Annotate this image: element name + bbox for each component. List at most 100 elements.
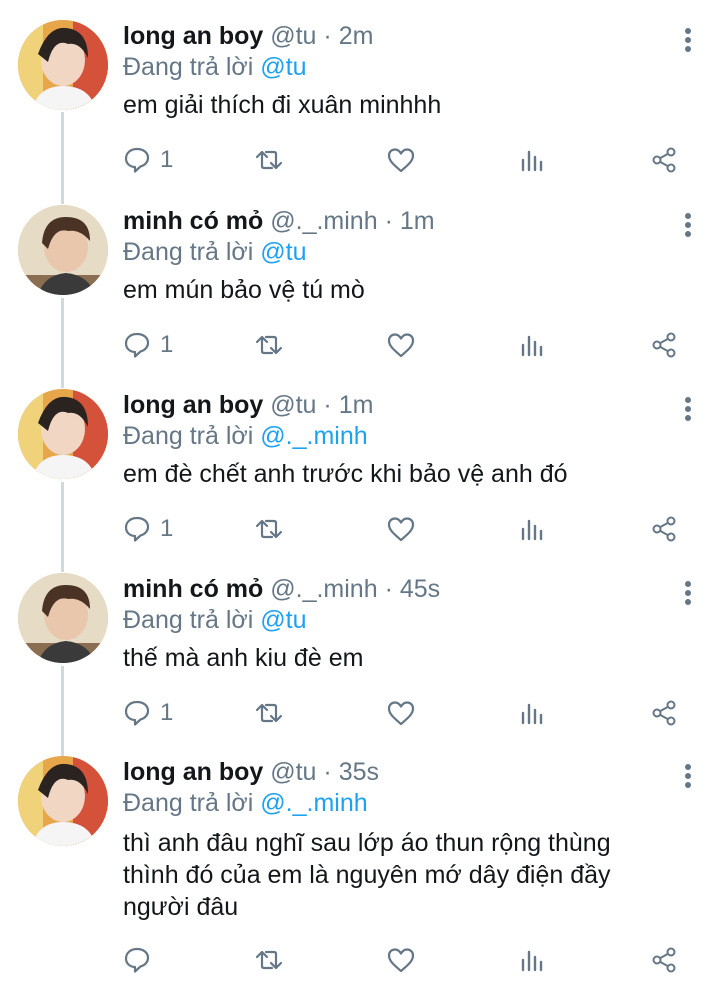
retweet-icon [255,519,283,539]
analytics-button[interactable] [519,142,545,178]
reply-prefix: Đang trả lời [123,238,254,266]
timestamp[interactable]: 1m [400,207,435,235]
reply-context: Đang trả lời @._.minh [123,420,670,452]
tweet-text: em mún bảo vệ tú mò [123,276,365,304]
separator-dot: · [316,391,339,419]
share-icon [652,947,676,973]
reply-mention[interactable]: @tu [260,238,306,266]
share-icon [652,147,676,173]
reply-prefix: Đang trả lời [123,422,254,450]
more-options-icon[interactable] [682,397,694,424]
analytics-icon [521,950,543,972]
tweet-text-line: người đâu [123,893,239,921]
author-handle[interactable]: @tu [270,22,316,50]
analytics-icon [521,150,543,172]
reply-mention[interactable]: @._.minh [260,422,367,450]
reply-icon [124,947,150,973]
author-handle[interactable]: @._.minh [270,207,377,235]
avatar-long-an-boy[interactable] [18,389,108,479]
more-options-icon[interactable] [682,581,694,608]
retweet-icon [255,703,283,723]
like-button[interactable] [386,327,416,363]
timestamp[interactable]: 2m [339,22,374,50]
separator-dot: · [377,575,400,603]
author-handle[interactable]: @tu [270,758,316,786]
tweet[interactable]: long an boy @tu · 35s Đang trả lời @._.m… [0,756,720,966]
author-name[interactable]: minh có mỏ [123,575,263,603]
reply-icon [124,700,150,726]
reply-prefix: Đang trả lời [123,789,254,817]
action-bar: 1 [123,695,683,731]
retweet-icon [255,335,283,355]
tweet-text-line: thì anh đâu nghĩ sau lớp áo thun rộng th… [123,829,611,857]
reply-button[interactable]: 1 [123,327,173,363]
retweet-button[interactable] [253,942,285,978]
reply-button[interactable]: 1 [123,511,173,547]
analytics-icon [521,335,543,357]
action-bar: 1 [123,511,683,547]
reply-prefix: Đang trả lời [123,53,254,81]
tweet-text: thế mà anh kiu đè em [123,644,364,672]
reply-count: 1 [160,515,174,542]
reply-icon [124,332,150,358]
separator-dot: · [316,22,339,50]
like-icon [387,333,415,358]
share-button[interactable] [650,942,678,978]
reply-count: 1 [160,331,174,358]
analytics-button[interactable] [519,511,545,547]
like-icon [387,517,415,542]
tweet-text-line: thình đó của em là nguyên mớ dây điện đầ… [123,861,611,889]
more-options-icon[interactable] [682,28,694,55]
tweet-text: thì anh đâu nghĩ sau lớp áo thun rộng th… [123,827,670,923]
timestamp[interactable]: 35s [339,758,379,786]
reply-mention[interactable]: @tu [260,606,306,634]
reply-button[interactable]: 1 [123,142,173,178]
avatar-long-an-boy[interactable] [18,20,108,110]
reply-button[interactable]: 1 [123,695,173,731]
reply-button[interactable] [123,942,160,978]
avatar-minh-co-mo[interactable] [18,205,108,295]
like-icon [387,701,415,726]
share-button[interactable] [650,695,678,731]
reply-count: 1 [160,699,174,726]
share-button[interactable] [650,142,678,178]
like-button[interactable] [386,142,416,178]
author-name[interactable]: minh có mỏ [123,207,263,235]
like-button[interactable] [386,942,416,978]
reply-mention[interactable]: @._.minh [260,789,367,817]
retweet-button[interactable] [253,695,285,731]
share-button[interactable] [650,511,678,547]
share-icon [652,700,676,726]
analytics-button[interactable] [519,327,545,363]
author-name[interactable]: long an boy [123,22,263,50]
tweet-text: em giải thích đi xuân minhhh [123,91,442,119]
reply-prefix: Đang trả lời [123,606,254,634]
action-bar: 1 [123,142,683,178]
avatar-long-an-boy[interactable] [18,756,108,846]
timestamp[interactable]: 1m [339,391,374,419]
analytics-icon [521,519,543,541]
reply-context: Đang trả lời @tu [123,604,670,636]
author-handle[interactable]: @tu [270,391,316,419]
avatar-minh-co-mo[interactable] [18,573,108,663]
tweet-text: em đè chết anh trước khi bảo vệ anh đó [123,460,568,488]
more-options-icon[interactable] [682,213,694,240]
reply-icon [124,516,150,542]
more-options-icon[interactable] [682,764,694,791]
reply-icon [124,147,150,173]
like-button[interactable] [386,511,416,547]
timestamp[interactable]: 45s [400,575,440,603]
retweet-button[interactable] [253,142,285,178]
retweet-button[interactable] [253,511,285,547]
reply-mention[interactable]: @tu [260,53,306,81]
analytics-button[interactable] [519,942,545,978]
retweet-button[interactable] [253,327,285,363]
analytics-button[interactable] [519,695,545,731]
author-handle[interactable]: @._.minh [270,575,377,603]
author-name[interactable]: long an boy [123,758,263,786]
author-name[interactable]: long an boy [123,391,263,419]
share-button[interactable] [650,327,678,363]
reply-context: Đang trả lời @tu [123,51,670,83]
reply-context: Đang trả lời @._.minh [123,787,670,819]
like-button[interactable] [386,695,416,731]
